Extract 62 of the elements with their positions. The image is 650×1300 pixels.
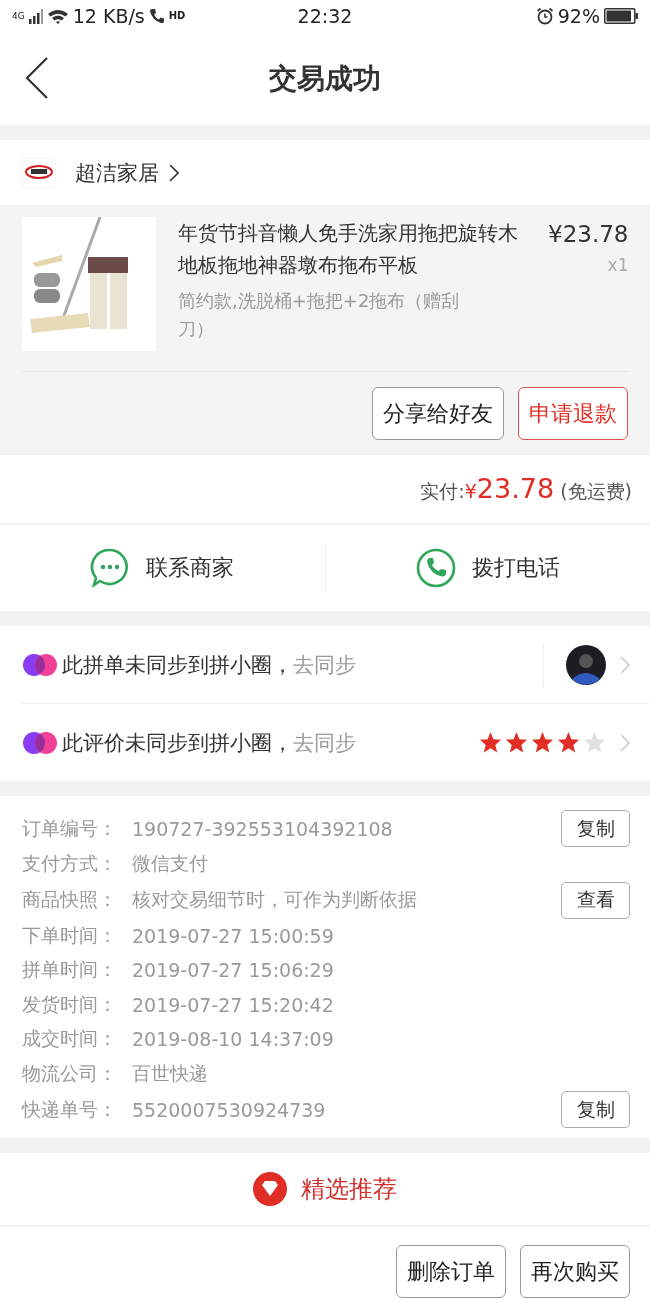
chevron-right-icon bbox=[620, 654, 630, 675]
product-quantity: x1 bbox=[606, 255, 629, 275]
product-price: ¥23.78 bbox=[548, 220, 629, 249]
share-button[interactable]: 分享给好友 bbox=[372, 387, 504, 440]
refund-button[interactable]: 申请退款 bbox=[518, 387, 628, 440]
chevron-right-icon bbox=[620, 732, 630, 753]
info-value: 微信支付 bbox=[132, 851, 209, 877]
info-label: 成交时间： bbox=[22, 1026, 118, 1052]
paid-amount: 实付:¥23.78 (免运费) bbox=[420, 473, 632, 505]
contact-seller-button[interactable]: 联系商家 bbox=[0, 548, 325, 588]
shop-logo-icon bbox=[22, 157, 56, 188]
section-heading: 精选推荐 bbox=[301, 1174, 397, 1205]
info-action-button[interactable]: 复制 bbox=[561, 810, 630, 847]
info-label: 支付方式： bbox=[22, 851, 118, 877]
info-value: 5520007530924739 bbox=[132, 1098, 327, 1121]
star-icon bbox=[583, 731, 606, 754]
info-label: 发货时间： bbox=[22, 991, 118, 1017]
info-value: 2019-07-27 15:20:42 bbox=[132, 993, 335, 1016]
battery-percent: 92% bbox=[557, 5, 600, 27]
phone-icon bbox=[148, 8, 165, 24]
page-title: 交易成功 bbox=[269, 60, 381, 97]
signal-icon bbox=[28, 8, 43, 24]
star-icon bbox=[531, 731, 554, 754]
avatar bbox=[566, 644, 606, 685]
info-label: 商品快照： bbox=[22, 887, 118, 912]
delete-order-button[interactable]: 删除订单 bbox=[396, 1245, 506, 1298]
info-label: 物流公司： bbox=[22, 1060, 118, 1086]
star-icon bbox=[479, 731, 502, 754]
call-button[interactable]: 拨打电话 bbox=[325, 548, 650, 588]
sync-prompt[interactable]: 此拼单未同步到拼小圈，去同步 bbox=[62, 650, 543, 679]
info-value: 190727-392553104392108 bbox=[132, 817, 394, 840]
info-action-button[interactable]: 复制 bbox=[561, 1091, 630, 1128]
sync-prompt[interactable]: 此评价未同步到拼小圈，去同步 bbox=[62, 728, 479, 757]
info-action-button[interactable]: 查看 bbox=[561, 881, 630, 919]
star-icon bbox=[557, 731, 580, 754]
battery-icon bbox=[604, 8, 638, 24]
back-button[interactable] bbox=[24, 56, 50, 100]
product-variant: 简约款,洗脱桶+拖把+2拖布（赠刮刀） bbox=[178, 289, 461, 341]
info-label: 拼单时间： bbox=[22, 957, 118, 983]
wifi-icon bbox=[46, 8, 69, 24]
star-icon bbox=[505, 731, 528, 754]
phone-icon bbox=[415, 548, 456, 588]
chat-bubble-icon bbox=[90, 548, 131, 588]
info-value: 百世快递 bbox=[132, 1060, 209, 1086]
shop-name-link[interactable]: 超洁家居 bbox=[75, 158, 179, 187]
overlapping-circles-icon bbox=[22, 652, 58, 677]
info-value: 2019-08-10 14:37:09 bbox=[132, 1028, 335, 1051]
hd-label: HD bbox=[168, 10, 186, 21]
info-label: 订单编号： bbox=[22, 815, 118, 841]
info-value: 核对交易细节时，可作为判断依据 bbox=[132, 887, 418, 912]
chevron-right-icon bbox=[169, 163, 179, 182]
network-speed: 12 KB/s bbox=[72, 5, 145, 27]
info-value: 2019-07-27 15:06:29 bbox=[132, 959, 335, 982]
info-value: 2019-07-27 15:00:59 bbox=[132, 924, 335, 947]
product-title[interactable]: 年货节抖音懒人免手洗家用拖把旋转木地板拖地神器墩布拖布平板 bbox=[178, 217, 526, 281]
info-label: 快递单号： bbox=[22, 1096, 118, 1122]
alarm-clock-icon bbox=[535, 7, 554, 25]
overlapping-circles-icon bbox=[22, 730, 58, 755]
info-label: 下单时间： bbox=[22, 922, 118, 948]
network-label: 4G bbox=[12, 11, 25, 21]
buy-again-button[interactable]: 再次购买 bbox=[520, 1245, 630, 1298]
clock-time: 22:32 bbox=[296, 5, 354, 27]
